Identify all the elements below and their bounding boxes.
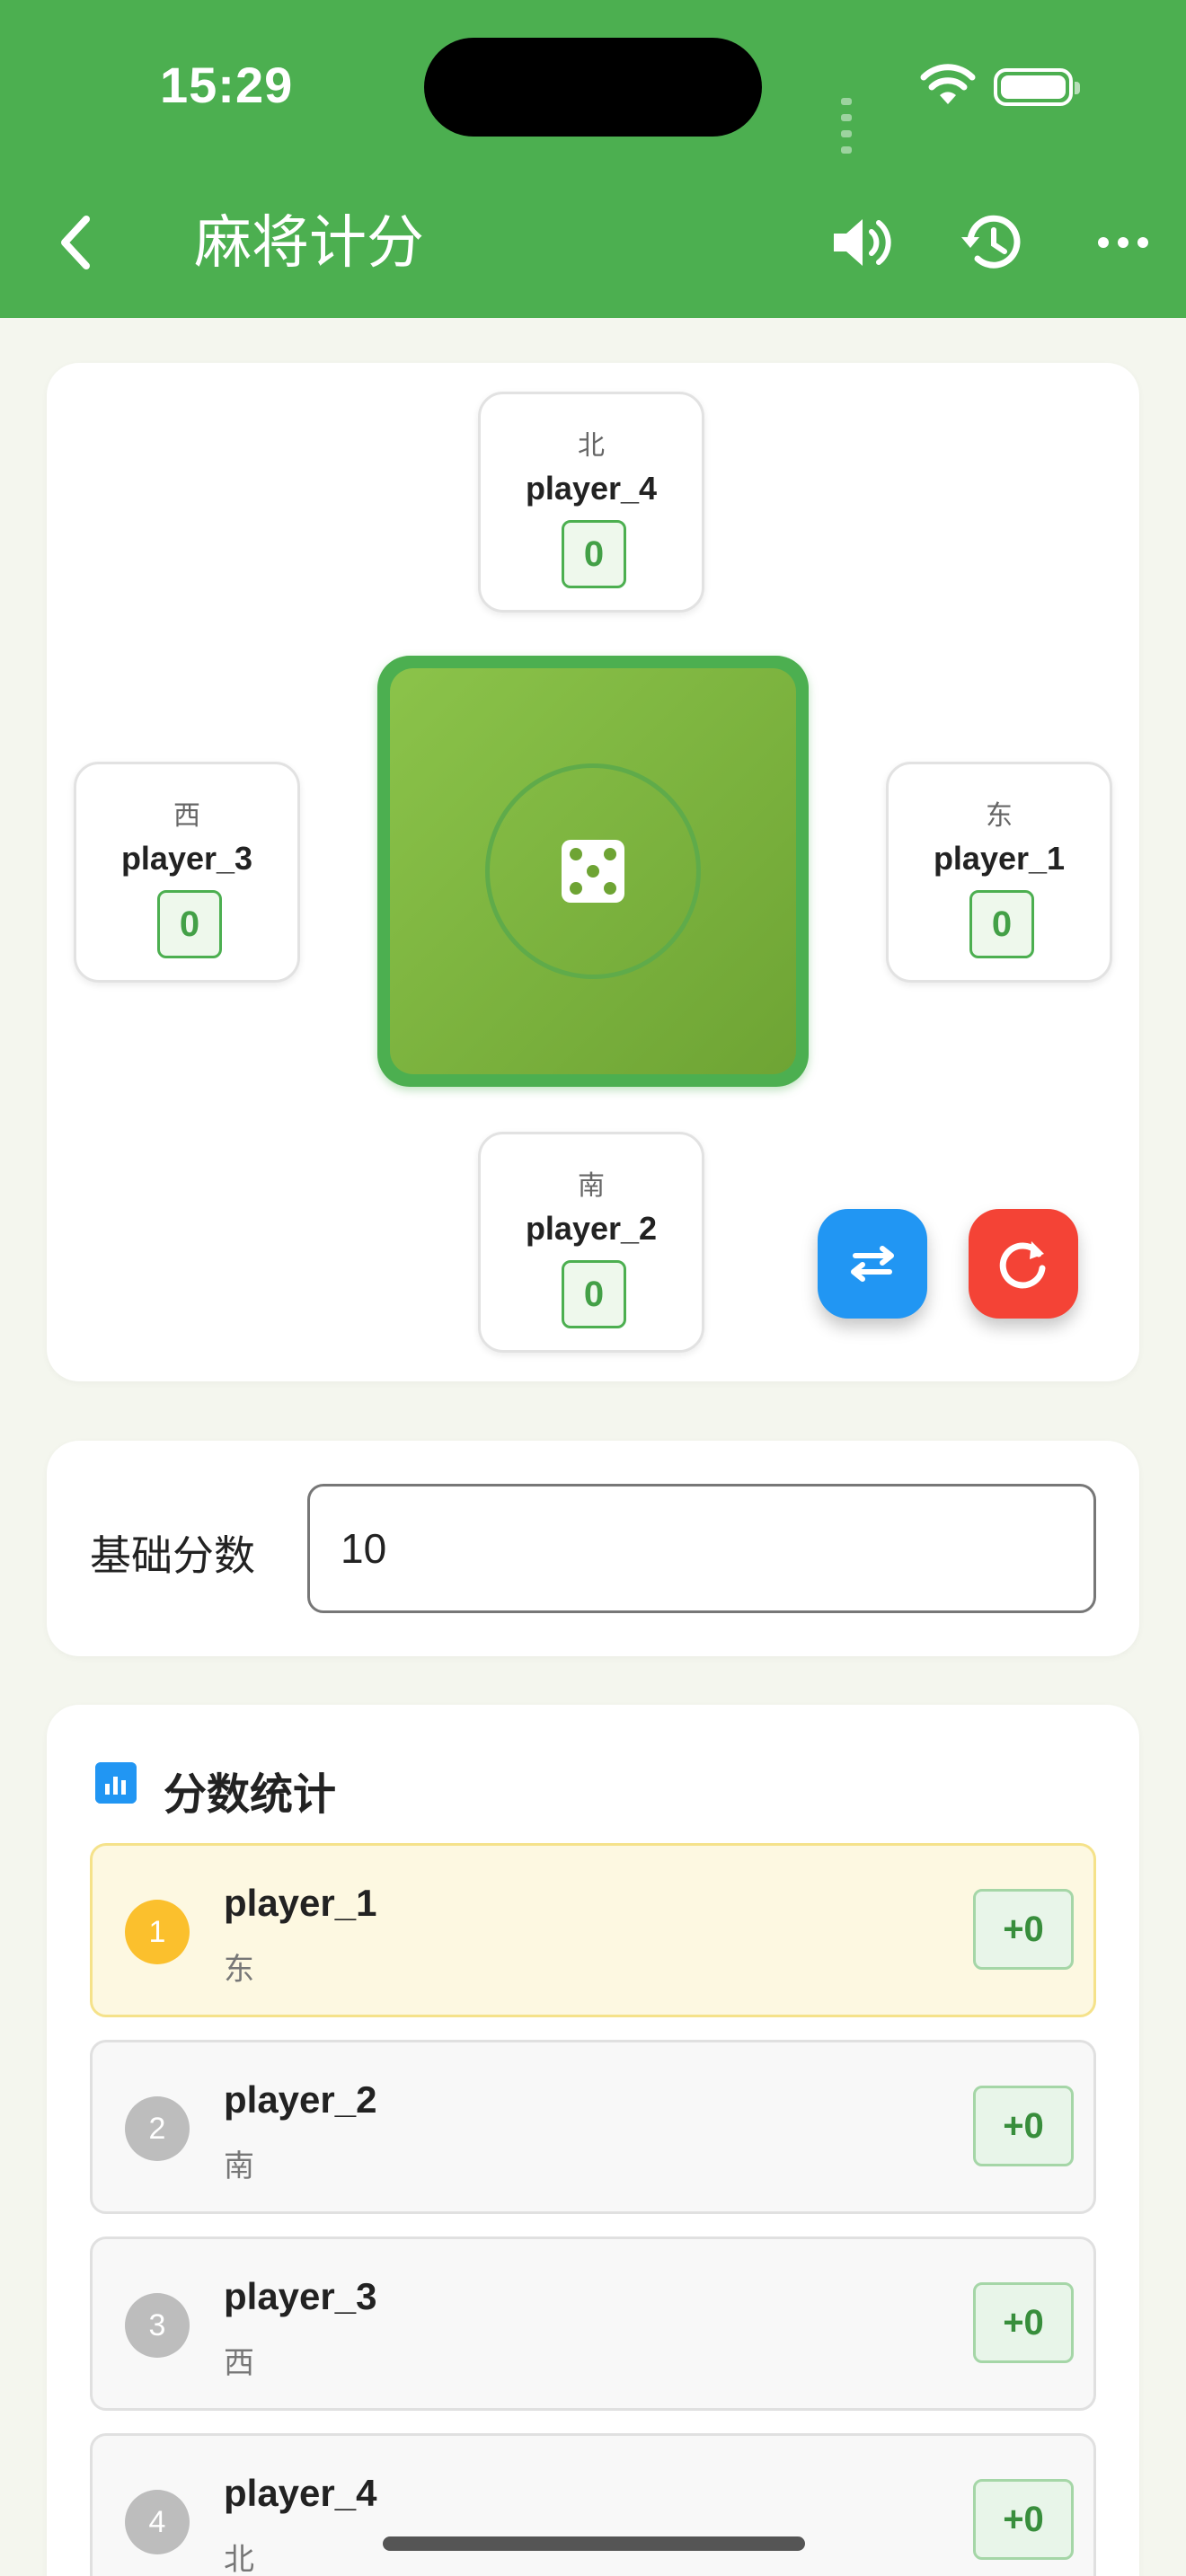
stats-row[interactable]: 2 player_2 南 +0	[90, 2040, 1096, 2214]
swap-icon	[851, 1246, 894, 1282]
seat-wind: 西	[173, 801, 200, 831]
cellular-icon	[841, 93, 857, 158]
stats-row[interactable]: 4 player_4 北 +0	[90, 2433, 1096, 2576]
seat-west[interactable]: 西 player_3 0	[74, 762, 300, 983]
table-card: 北 player_4 0 西 player_3 0 东 player_1 0 南…	[47, 363, 1139, 1381]
sound-icon[interactable]	[825, 207, 897, 278]
reset-button[interactable]	[969, 1209, 1078, 1319]
status-time: 15:29	[160, 57, 294, 113]
rank-badge: 2	[125, 2096, 190, 2161]
seat-wind: 北	[578, 431, 605, 461]
reset-icon	[999, 1241, 1046, 1289]
seat-player-name: player_4	[525, 470, 658, 507]
row-wind: 北	[224, 2543, 254, 2576]
seat-player-name: player_1	[933, 840, 1066, 877]
seat-score: 0	[562, 1260, 626, 1328]
rank-badge: 3	[125, 2293, 190, 2358]
row-score: +0	[973, 2282, 1074, 2363]
row-wind: 南	[224, 2149, 254, 2183]
row-score: +0	[973, 2086, 1074, 2166]
base-score-label: 基础分数	[90, 1532, 255, 1579]
seat-wind: 东	[986, 801, 1013, 831]
history-icon[interactable]	[956, 207, 1028, 278]
back-icon[interactable]	[50, 208, 104, 277]
page-title: 麻将计分	[194, 210, 424, 275]
seat-east[interactable]: 东 player_1 0	[886, 762, 1112, 983]
dice-board[interactable]	[377, 656, 809, 1087]
bar-chart-icon	[95, 1762, 137, 1804]
swap-seats-button[interactable]	[818, 1209, 927, 1319]
rank-badge: 4	[125, 2490, 190, 2554]
row-score: +0	[973, 1889, 1074, 1970]
seat-score: 0	[562, 520, 626, 588]
app-bar: 15:29 麻将计分	[0, 0, 1186, 318]
seat-player-name: player_3	[120, 840, 253, 877]
seat-score: 0	[157, 890, 222, 958]
row-player-name: player_3	[224, 2275, 377, 2317]
row-score: +0	[973, 2479, 1074, 2560]
dynamic-island	[424, 38, 762, 137]
seat-south[interactable]: 南 player_2 0	[478, 1132, 704, 1353]
stats-title: 分数统计	[164, 1771, 337, 1819]
row-wind: 西	[224, 2346, 254, 2380]
stats-row[interactable]: 1 player_1 东 +0	[90, 1843, 1096, 2017]
row-wind: 东	[224, 1953, 254, 1987]
more-icon[interactable]	[1087, 207, 1159, 278]
score-stats-card: 分数统计 1 player_1 东 +0 2 player_2 南 +0 3 p…	[47, 1705, 1139, 2576]
row-player-name: player_4	[224, 2472, 377, 2514]
battery-icon	[994, 68, 1080, 106]
row-player-name: player_1	[224, 1882, 377, 1924]
wifi-icon	[920, 64, 976, 104]
base-score-card: 基础分数	[47, 1441, 1139, 1656]
dice-icon[interactable]	[560, 838, 626, 904]
stats-row[interactable]: 3 player_3 西 +0	[90, 2236, 1096, 2411]
row-player-name: player_2	[224, 2078, 377, 2121]
seat-wind: 南	[578, 1171, 605, 1201]
seat-north[interactable]: 北 player_4 0	[478, 392, 704, 613]
base-score-input[interactable]	[307, 1484, 1096, 1613]
home-indicator[interactable]	[383, 2536, 805, 2551]
seat-player-name: player_2	[525, 1210, 658, 1247]
dice-board-surface	[390, 668, 796, 1074]
seat-score: 0	[969, 890, 1034, 958]
rank-badge: 1	[125, 1900, 190, 1964]
